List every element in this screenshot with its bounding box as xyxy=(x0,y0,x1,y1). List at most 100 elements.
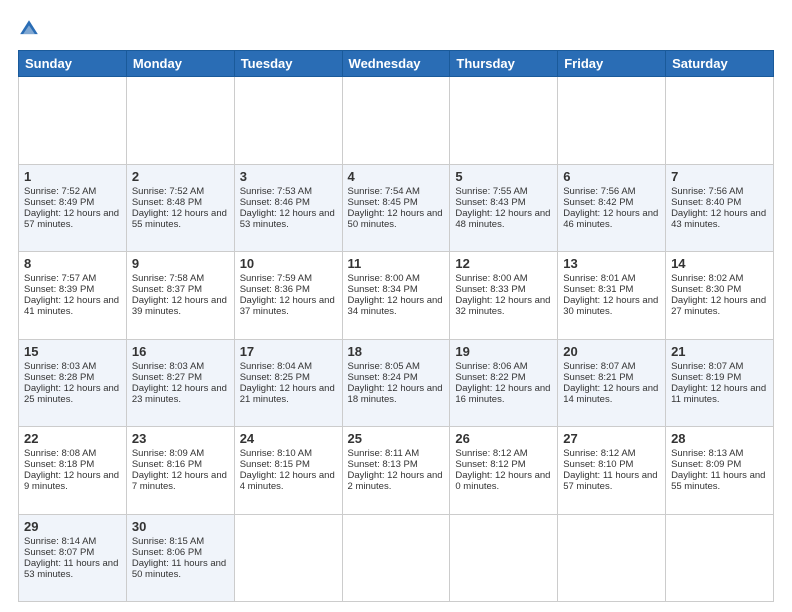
daylight-text: Daylight: 12 hours and 55 minutes. xyxy=(132,208,227,230)
sunset-text: Sunset: 8:15 PM xyxy=(240,459,310,470)
sunset-text: Sunset: 8:31 PM xyxy=(563,284,633,295)
week-row-4: 22 Sunrise: 8:08 AMSunset: 8:18 PM Dayligh… xyxy=(19,427,774,515)
day-number: 5 xyxy=(455,169,552,184)
week-row-1: 1Sunrise: 7:52 AMSunset: 8:49 PMDaylight… xyxy=(19,164,774,252)
sunset-text: Sunset: 8:37 PM xyxy=(132,284,202,295)
day-number: 17 xyxy=(240,344,337,359)
daylight-text: Daylight: 12 hours and 2 minutes. xyxy=(348,470,443,492)
calendar-cell: 22Sunrise: 8:08 AMSunset: 8:18 PMDayligh… xyxy=(19,427,127,515)
sunset-text: Sunset: 8:13 PM xyxy=(348,459,418,470)
calendar-cell xyxy=(234,514,342,602)
sunset-text: Sunset: 8:27 PM xyxy=(132,372,202,383)
sunrise-text: Sunrise: 8:12 AM xyxy=(563,448,635,459)
calendar-cell: 15Sunrise: 8:03 AMSunset: 8:28 PMDayligh… xyxy=(19,339,127,427)
calendar-cell: 7Sunrise: 7:56 AMSunset: 8:40 PMDaylight… xyxy=(666,164,774,252)
calendar-table: SundayMondayTuesdayWednesdayThursdayFrid… xyxy=(18,50,774,602)
calendar-cell xyxy=(342,77,450,165)
day-number: 24 xyxy=(240,431,337,446)
sunset-text: Sunset: 8:24 PM xyxy=(348,372,418,383)
calendar-cell: 25 Sunrise: 8:11 AMSunset: 8:13 PMDayligh… xyxy=(342,427,450,515)
header xyxy=(18,18,774,40)
sunset-text: Sunset: 8:43 PM xyxy=(455,197,525,208)
sunrise-text: Sunrise: 8:01 AM xyxy=(563,273,635,284)
sunrise-text: Sunrise: 8:06 AM xyxy=(455,361,527,372)
daylight-text: Daylight: 12 hours and 23 minutes. xyxy=(132,383,227,405)
day-number: 13 xyxy=(563,256,660,271)
day-number: 7 xyxy=(671,169,768,184)
calendar-cell: 27Sunrise: 8:12 AMSunset: 8:10 PMDayligh… xyxy=(558,427,666,515)
day-number: 18 xyxy=(348,344,445,359)
sunrise-text: Sunrise: 8:09 AM xyxy=(132,448,204,459)
calendar-cell: 16Sunrise: 8:03 AMSunset: 8:27 PMDayligh… xyxy=(126,339,234,427)
day-header-friday: Friday xyxy=(558,51,666,77)
day-number: 1 xyxy=(24,169,121,184)
day-number: 10 xyxy=(240,256,337,271)
day-header-sunday: Sunday xyxy=(19,51,127,77)
day-number: 2 xyxy=(132,169,229,184)
day-number: 21 xyxy=(671,344,768,359)
daylight-text: Daylight: 12 hours and 48 minutes. xyxy=(455,208,550,230)
sunset-text: Sunset: 8:33 PM xyxy=(455,284,525,295)
sunrise-text: Sunrise: 7:52 AM xyxy=(24,186,96,197)
sunset-text: Sunset: 8:18 PM xyxy=(24,459,94,470)
sunrise-text: Sunrise: 8:00 AM xyxy=(348,273,420,284)
day-number: 22 xyxy=(24,431,121,446)
daylight-text: Daylight: 12 hours and 4 minutes. xyxy=(240,470,335,492)
day-number: 6 xyxy=(563,169,660,184)
sunrise-text: Sunrise: 8:03 AM xyxy=(132,361,204,372)
logo-icon xyxy=(18,18,40,40)
sunset-text: Sunset: 8:46 PM xyxy=(240,197,310,208)
sunrise-text: Sunrise: 7:57 AM xyxy=(24,273,96,284)
sunset-text: Sunset: 8:07 PM xyxy=(24,547,94,558)
daylight-text: Daylight: 12 hours and 34 minutes. xyxy=(348,295,443,317)
calendar-cell xyxy=(558,514,666,602)
calendar-cell xyxy=(450,77,558,165)
day-number: 25 xyxy=(348,431,445,446)
sunrise-text: Sunrise: 8:12 AM xyxy=(455,448,527,459)
sunrise-text: Sunrise: 8:02 AM xyxy=(671,273,743,284)
calendar-cell xyxy=(666,77,774,165)
day-number: 8 xyxy=(24,256,121,271)
daylight-text: Daylight: 12 hours and 21 minutes. xyxy=(240,383,335,405)
daylight-text: Daylight: 12 hours and 27 minutes. xyxy=(671,295,766,317)
calendar-cell xyxy=(234,77,342,165)
daylight-text: Daylight: 12 hours and 37 minutes. xyxy=(240,295,335,317)
sunrise-text: Sunrise: 8:08 AM xyxy=(24,448,96,459)
daylight-text: Daylight: 12 hours and 53 minutes. xyxy=(240,208,335,230)
sunset-text: Sunset: 8:06 PM xyxy=(132,547,202,558)
calendar-cell: 14Sunrise: 8:02 AMSunset: 8:30 PMDayligh… xyxy=(666,252,774,340)
calendar-cell: 12Sunrise: 8:00 AMSunset: 8:33 PMDayligh… xyxy=(450,252,558,340)
day-number: 23 xyxy=(132,431,229,446)
day-number: 12 xyxy=(455,256,552,271)
sunset-text: Sunset: 8:22 PM xyxy=(455,372,525,383)
calendar-cell: 6Sunrise: 7:56 AMSunset: 8:42 PMDaylight… xyxy=(558,164,666,252)
calendar-cell: 5Sunrise: 7:55 AMSunset: 8:43 PMDaylight… xyxy=(450,164,558,252)
day-number: 28 xyxy=(671,431,768,446)
sunrise-text: Sunrise: 7:58 AM xyxy=(132,273,204,284)
daylight-text: Daylight: 12 hours and 25 minutes. xyxy=(24,383,119,405)
calendar-cell: 4Sunrise: 7:54 AMSunset: 8:45 PMDaylight… xyxy=(342,164,450,252)
sunset-text: Sunset: 8:34 PM xyxy=(348,284,418,295)
daylight-text: Daylight: 11 hours and 57 minutes. xyxy=(563,470,657,492)
page: SundayMondayTuesdayWednesdayThursdayFrid… xyxy=(0,0,792,612)
sunrise-text: Sunrise: 7:56 AM xyxy=(563,186,635,197)
calendar-cell: 28Sunrise: 8:13 AMSunset: 8:09 PMDayligh… xyxy=(666,427,774,515)
day-header-tuesday: Tuesday xyxy=(234,51,342,77)
daylight-text: Daylight: 11 hours and 53 minutes. xyxy=(24,558,118,580)
sunset-text: Sunset: 8:30 PM xyxy=(671,284,741,295)
day-number: 20 xyxy=(563,344,660,359)
day-number: 9 xyxy=(132,256,229,271)
sunrise-text: Sunrise: 8:11 AM xyxy=(348,448,420,459)
daylight-text: Daylight: 12 hours and 50 minutes. xyxy=(348,208,443,230)
calendar-cell: 18Sunrise: 8:05 AMSunset: 8:24 PMDayligh… xyxy=(342,339,450,427)
calendar-cell: 23Sunrise: 8:09 AMSunset: 8:16 PMDayligh… xyxy=(126,427,234,515)
day-number: 3 xyxy=(240,169,337,184)
day-number: 30 xyxy=(132,519,229,534)
sunrise-text: Sunrise: 8:04 AM xyxy=(240,361,312,372)
calendar-cell xyxy=(666,514,774,602)
day-number: 11 xyxy=(348,256,445,271)
calendar-cell: 8Sunrise: 7:57 AMSunset: 8:39 PMDaylight… xyxy=(19,252,127,340)
day-number: 4 xyxy=(348,169,445,184)
day-number: 15 xyxy=(24,344,121,359)
day-header-monday: Monday xyxy=(126,51,234,77)
